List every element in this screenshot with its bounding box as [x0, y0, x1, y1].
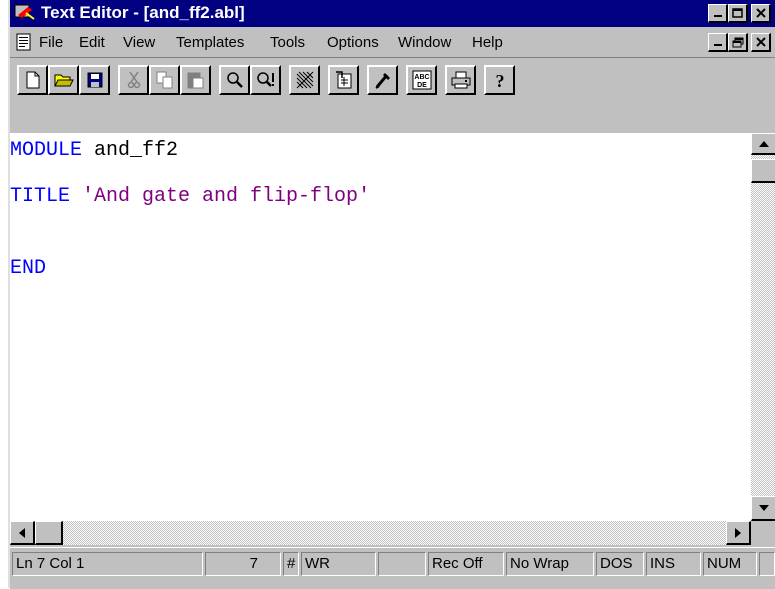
status-position: Ln 7 Col 1: [12, 552, 203, 576]
code-line: END: [10, 257, 46, 280]
save-icon: [87, 72, 102, 88]
horizontal-scrollbar[interactable]: [10, 521, 751, 545]
scroll-up-button[interactable]: [751, 133, 775, 155]
paste-icon: [187, 72, 203, 89]
save-button[interactable]: [79, 65, 110, 95]
find-next-button[interactable]: [250, 65, 281, 95]
svg-text:DE: DE: [417, 82, 427, 89]
vertical-scroll-thumb[interactable]: [751, 159, 775, 183]
edit-tool-icon: [374, 73, 390, 89]
help-icon: ?: [495, 71, 504, 90]
window-title: Text Editor - [and_ff2.abl]: [41, 3, 245, 22]
menu-edit[interactable]: Edit: [79, 34, 105, 51]
print-button[interactable]: [445, 65, 476, 95]
close-icon: [755, 8, 766, 18]
maximize-button[interactable]: [728, 4, 748, 23]
status-hash: #: [283, 552, 299, 576]
scroll-right-button[interactable]: [726, 521, 751, 545]
copy-button[interactable]: [149, 65, 180, 95]
down-arrow-icon: [758, 505, 769, 511]
find-button[interactable]: [219, 65, 250, 95]
find-icon: [226, 72, 243, 88]
scroll-down-button[interactable]: [751, 496, 775, 521]
status-bar: Ln 7 Col 1 7 # WR Rec Off No Wrap DOS IN…: [10, 547, 775, 589]
title-bar[interactable]: Text Editor - [and_ff2.abl]: [10, 0, 775, 27]
menu-file[interactable]: File: [39, 34, 63, 51]
abc-de-icon: ABCDE: [412, 70, 431, 90]
menu-window[interactable]: Window: [398, 34, 451, 51]
status-wrap: No Wrap: [506, 552, 594, 576]
right-arrow-icon: [735, 527, 741, 538]
status-num: NUM: [703, 552, 757, 576]
scroll-left-button[interactable]: [10, 521, 35, 545]
status-rec: Rec Off: [428, 552, 504, 576]
up-arrow-icon: [758, 140, 769, 147]
keyword: MODULE: [10, 139, 83, 162]
document-icon[interactable]: [16, 33, 32, 51]
status-format: DOS: [596, 552, 644, 576]
string-literal: 'And gate and flip-flop': [70, 185, 371, 208]
toolbar: ABC DE ?: [10, 57, 775, 134]
menu-options[interactable]: Options: [327, 34, 379, 51]
code-line: MODULE and_ff2: [10, 139, 178, 162]
app-icon[interactable]: [14, 4, 36, 22]
menu-help[interactable]: Help: [472, 34, 503, 51]
status-empty: [378, 552, 426, 576]
left-arrow-icon: [19, 527, 25, 538]
horizontal-scroll-thumb[interactable]: [35, 521, 63, 545]
editor-window: Text Editor - [and_ff2.abl] File Edit Vi…: [8, 0, 775, 589]
keyword: END: [10, 257, 47, 280]
menu-tools[interactable]: Tools: [270, 34, 305, 51]
status-mode: WR: [301, 552, 376, 576]
insert-template-button[interactable]: [328, 65, 359, 95]
editor-text-area[interactable]: MODULE and_ff2 TITLE 'And gate and flip-…: [10, 133, 751, 521]
paste-button[interactable]: [180, 65, 211, 95]
code-line: TITLE 'And gate and flip-flop': [10, 185, 370, 208]
scrollbar-corner: [751, 521, 775, 545]
copy-icon: [156, 71, 172, 89]
open-file-button[interactable]: [48, 65, 79, 95]
minimize-icon: [713, 15, 722, 17]
maximize-icon: [732, 8, 743, 18]
vertical-scrollbar[interactable]: [751, 133, 775, 545]
new-file-button[interactable]: [17, 65, 48, 95]
menu-bar: File Edit View Templates Tools Options W…: [10, 27, 775, 57]
close-icon: [755, 37, 766, 47]
status-extra: [759, 552, 775, 576]
status-number: 7: [205, 552, 281, 576]
restore-icon: [732, 37, 743, 47]
cut-icon: [127, 71, 140, 89]
code-text: and_ff2: [82, 139, 179, 162]
abc-de-button[interactable]: ABC DE: [406, 65, 437, 95]
minimize-icon: [713, 44, 722, 46]
keyword: TITLE: [10, 185, 71, 208]
minimize-button[interactable]: [708, 4, 728, 23]
insert-template-icon: [335, 71, 351, 89]
cut-button[interactable]: [118, 65, 149, 95]
help-button[interactable]: ?: [484, 65, 515, 95]
find-next-icon: [256, 72, 274, 87]
svg-text:ABC: ABC: [414, 74, 429, 81]
edit-tool-button[interactable]: [367, 65, 398, 95]
open-folder-icon: [53, 74, 74, 87]
status-insert: INS: [646, 552, 701, 576]
new-file-icon: [26, 71, 39, 89]
doc-close-button[interactable]: [751, 33, 771, 52]
hatch-icon: [296, 71, 313, 89]
close-button[interactable]: [751, 4, 771, 23]
svg-text:?: ?: [495, 71, 504, 90]
print-icon: [451, 71, 470, 89]
hatch-button[interactable]: [289, 65, 320, 95]
doc-restore-button[interactable]: [728, 33, 748, 52]
doc-minimize-button[interactable]: [708, 33, 728, 52]
menu-templates[interactable]: Templates: [176, 34, 244, 51]
menu-view[interactable]: View: [123, 34, 155, 51]
